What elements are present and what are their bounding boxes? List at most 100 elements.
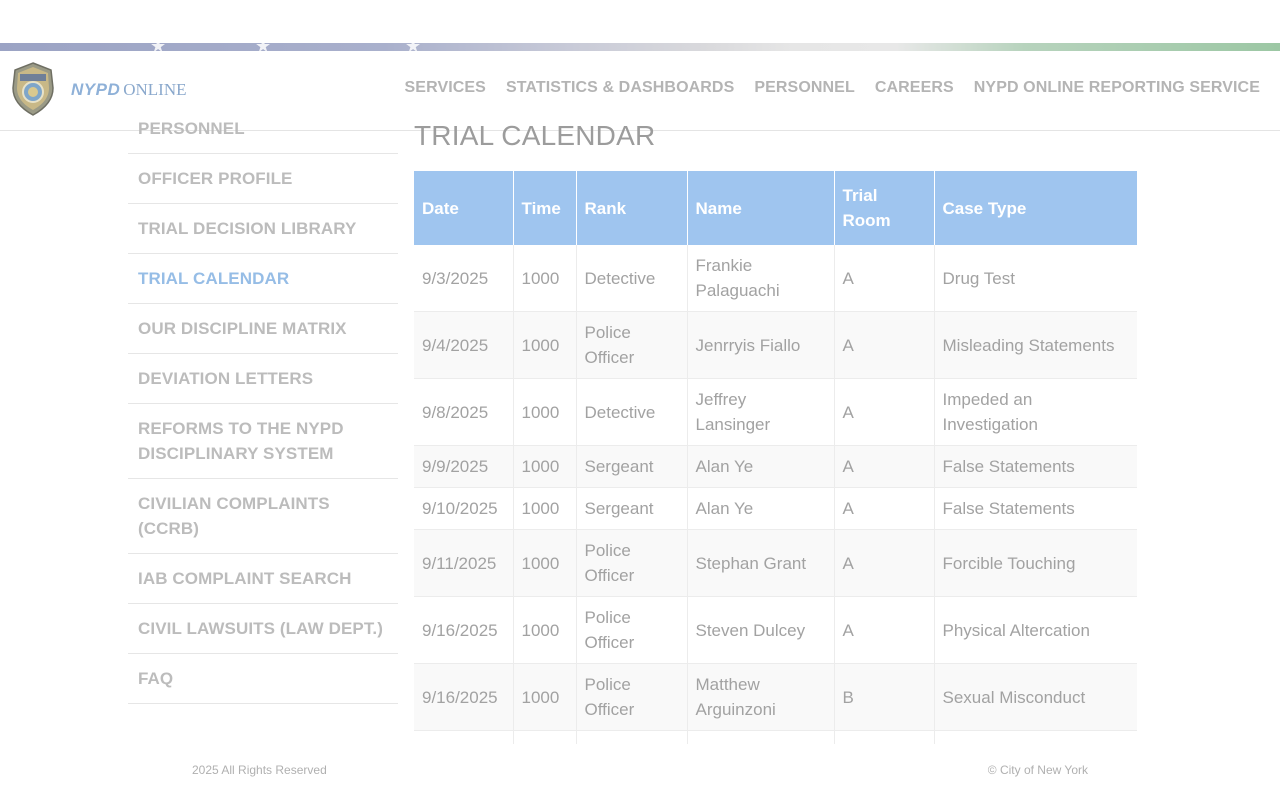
cell-trial-room: A — [834, 378, 935, 446]
cell-date — [414, 730, 514, 744]
cell-date: 9/11/2025 — [414, 529, 514, 597]
table-row: 9/3/2025 1000 Detective Frankie Palaguac… — [414, 245, 1137, 312]
cell-time: 1000 — [513, 311, 577, 379]
brand-online: ONLINE — [123, 80, 187, 99]
cell-rank: Detective — [576, 378, 688, 446]
cell-case-type: Misleading Statements — [934, 311, 1137, 379]
trial-calendar-table: Date Time Rank Name Trial Room Case Type… — [414, 171, 1137, 744]
cell-date: 9/16/2025 — [414, 663, 514, 731]
cell-name: Stephan Grant — [687, 529, 835, 597]
cell-trial-room: A — [834, 311, 935, 379]
table-row: 9/8/2025 1000 Detective Jeffrey Lansinge… — [414, 378, 1137, 446]
page-title: TRIAL CALENDAR — [414, 120, 656, 151]
table-row — [414, 730, 1137, 744]
cell-trial-room — [834, 730, 935, 744]
cell-date: 9/4/2025 — [414, 311, 514, 379]
cell-case-type: Forcible Touching — [934, 529, 1137, 597]
cell-time: 1000 — [513, 663, 577, 731]
sidebar-item-civil-lawsuits[interactable]: CIVIL LAWSUITS (LAW DEPT.) — [128, 604, 398, 654]
cell-rank: Sergeant — [576, 445, 688, 488]
cell-name: Frankie Palaguachi — [687, 245, 835, 312]
sidebar-item-civilian-complaints[interactable]: CIVILIAN COMPLAINTS (CCRB) — [128, 479, 398, 554]
footer-rights-text: 2025 All Rights Reserved — [192, 763, 327, 777]
cell-date: 9/9/2025 — [414, 445, 514, 488]
cell-date: 9/8/2025 — [414, 378, 514, 446]
column-header-trial-room[interactable]: Trial Room — [834, 171, 935, 245]
table-row: 9/16/2025 1000 Police Officer Steven Dul… — [414, 596, 1137, 664]
cell-time — [513, 730, 577, 744]
table-row: 9/11/2025 1000 Police Officer Stephan Gr… — [414, 529, 1137, 597]
cell-case-type: Drug Test — [934, 245, 1137, 312]
nav-statistics-dashboards[interactable]: STATISTICS & DASHBOARDS — [506, 79, 734, 97]
cell-rank: Police Officer — [576, 596, 688, 664]
table-row: 9/9/2025 1000 Sergeant Alan Ye A False S… — [414, 445, 1137, 488]
cell-case-type: Physical Altercation — [934, 596, 1137, 664]
cell-trial-room: A — [834, 487, 935, 530]
cell-time: 1000 — [513, 487, 577, 530]
cell-trial-room: A — [834, 529, 935, 597]
cell-trial-room: B — [834, 663, 935, 731]
main-content: TRIAL CALENDAR Date Time Rank Name Trial… — [414, 118, 1137, 744]
column-header-rank[interactable]: Rank — [576, 171, 688, 245]
sidebar-item-personnel[interactable]: PERSONNEL — [128, 106, 398, 154]
column-header-name[interactable]: Name — [687, 171, 835, 245]
top-blank-area — [0, 0, 1280, 43]
sidebar-item-officer-profile[interactable]: OFFICER PROFILE — [128, 154, 398, 204]
sidebar-item-reforms[interactable]: REFORMS TO THE NYPD DISCIPLINARY SYSTEM — [128, 404, 398, 479]
cell-case-type: Impeded an Investigation — [934, 378, 1137, 446]
cell-rank — [576, 730, 688, 744]
cell-case-type: False Statements — [934, 487, 1137, 530]
brand-nypd: NYPD — [71, 80, 121, 99]
table-row: 9/10/2025 1000 Sergeant Alan Ye A False … — [414, 487, 1137, 530]
cell-name: Steven Dulcey — [687, 596, 835, 664]
sidebar-item-deviation-letters[interactable]: DEVIATION LETTERS — [128, 354, 398, 404]
nav-careers[interactable]: CAREERS — [875, 79, 954, 97]
cell-rank: Police Officer — [576, 663, 688, 731]
cell-time: 1000 — [513, 378, 577, 446]
cell-name: Alan Ye — [687, 445, 835, 488]
table-header-row: Date Time Rank Name Trial Room Case Type — [414, 171, 1137, 245]
cell-trial-room: A — [834, 445, 935, 488]
cell-date: 9/10/2025 — [414, 487, 514, 530]
cell-case-type — [934, 730, 1137, 744]
top-navigation: SERVICES STATISTICS & DASHBOARDS PERSONN… — [405, 79, 1260, 97]
cell-time: 1000 — [513, 245, 577, 312]
cell-name: Jeffrey Lansinger — [687, 378, 835, 446]
sidebar-item-trial-decision-library[interactable]: TRIAL DECISION LIBRARY — [128, 204, 398, 254]
cell-name: Alan Ye — [687, 487, 835, 530]
footer-city-text[interactable]: © City of New York — [988, 763, 1088, 777]
sidebar-item-discipline-matrix[interactable]: OUR DISCIPLINE MATRIX — [128, 304, 398, 354]
star-icon: ★ — [150, 43, 166, 51]
cell-rank: Police Officer — [576, 311, 688, 379]
cell-rank: Police Officer — [576, 529, 688, 597]
star-icon: ★ — [255, 43, 271, 51]
table-row: 9/4/2025 1000 Police Officer Jenrryis Fi… — [414, 311, 1137, 379]
nav-services[interactable]: SERVICES — [405, 79, 486, 97]
cell-rank: Detective — [576, 245, 688, 312]
cell-time: 1000 — [513, 596, 577, 664]
brand-wordmark[interactable]: NYPD ONLINE — [71, 80, 187, 100]
cell-trial-room: A — [834, 245, 935, 312]
column-header-time[interactable]: Time — [513, 171, 577, 245]
cell-name: Matthew Arguinzoni — [687, 663, 835, 731]
sidebar-item-iab-complaint-search[interactable]: IAB COMPLAINT SEARCH — [128, 554, 398, 604]
sidebar-item-faq[interactable]: FAQ — [128, 654, 398, 704]
site-footer: 2025 All Rights Reserved © City of New Y… — [0, 744, 1280, 800]
nav-online-reporting-service[interactable]: NYPD ONLINE REPORTING SERVICE — [974, 79, 1260, 97]
cell-time: 1000 — [513, 529, 577, 597]
nypd-badge-logo-icon[interactable] — [11, 62, 55, 116]
cell-rank: Sergeant — [576, 487, 688, 530]
cell-case-type: False Statements — [934, 445, 1137, 488]
cell-time: 1000 — [513, 445, 577, 488]
sidebar-navigation: PERSONNEL OFFICER PROFILE TRIAL DECISION… — [128, 106, 398, 704]
cell-case-type: Sexual Misconduct — [934, 663, 1137, 731]
cell-date: 9/3/2025 — [414, 245, 514, 312]
table-row: 9/16/2025 1000 Police Officer Matthew Ar… — [414, 663, 1137, 731]
cell-trial-room: A — [834, 596, 935, 664]
column-header-case-type[interactable]: Case Type — [934, 171, 1137, 245]
sidebar-item-trial-calendar[interactable]: TRIAL CALENDAR — [128, 254, 398, 304]
nav-personnel[interactable]: PERSONNEL — [754, 79, 854, 97]
column-header-date[interactable]: Date — [414, 171, 514, 245]
cell-name — [687, 730, 835, 744]
cell-date: 9/16/2025 — [414, 596, 514, 664]
